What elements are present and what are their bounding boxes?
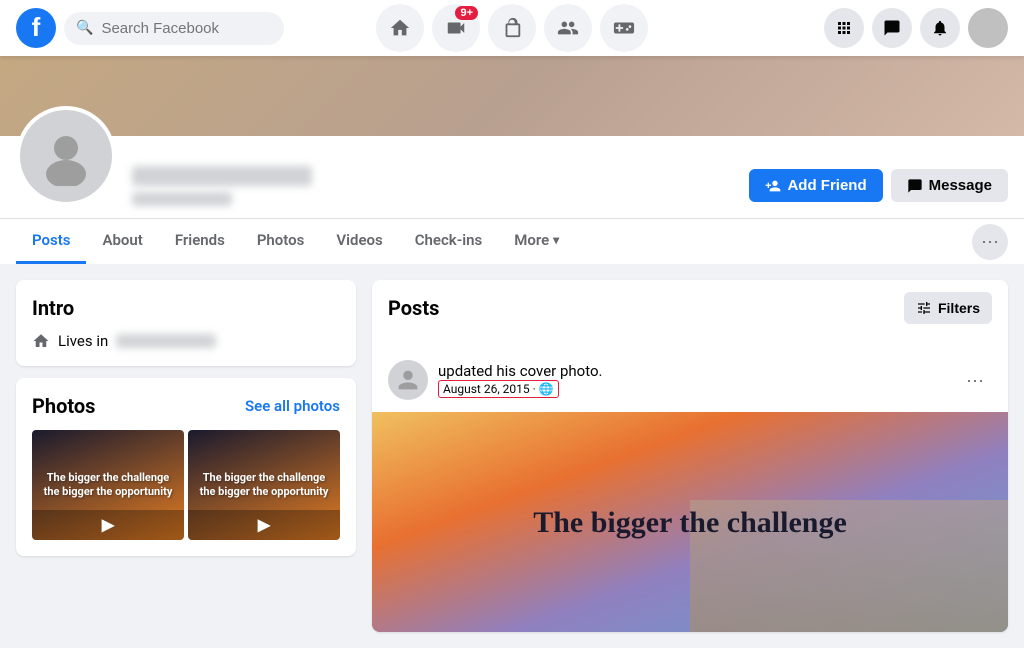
- post-action: updated his cover photo.: [438, 362, 948, 380]
- marketplace-nav-button[interactable]: [488, 4, 536, 52]
- intro-lives-row: Lives in: [32, 332, 340, 350]
- post-image-text: The bigger the challenge: [533, 503, 847, 542]
- marketplace-icon: [501, 17, 523, 39]
- main-content: Intro Lives in Photos See all photos The…: [0, 264, 1024, 648]
- tab-posts[interactable]: Posts: [16, 219, 86, 264]
- tab-videos[interactable]: Videos: [320, 219, 398, 264]
- cover-area: Add Friend Message Posts About Friends P…: [0, 56, 1024, 264]
- tab-photos[interactable]: Photos: [241, 219, 321, 264]
- more-options-button[interactable]: ···: [972, 224, 1008, 260]
- home-nav-button[interactable]: [376, 4, 424, 52]
- facebook-logo[interactable]: f: [16, 8, 56, 48]
- apps-icon: [835, 19, 853, 37]
- post-avatar: [388, 360, 428, 400]
- tab-more[interactable]: More ▾: [498, 219, 575, 264]
- topbar-center: 9+: [347, 4, 678, 52]
- add-friend-button[interactable]: Add Friend: [749, 169, 882, 202]
- posts-section: Posts Filters updated his cover photo.: [372, 280, 1008, 632]
- messenger-icon: [883, 19, 901, 37]
- filters-icon: [916, 300, 932, 316]
- notifications-button[interactable]: [920, 8, 960, 48]
- post-date-highlighted[interactable]: August 26, 2015 · 🌐: [438, 380, 559, 398]
- photo-play-icon: ▶: [102, 514, 114, 536]
- profile-sub: [132, 192, 232, 206]
- groups-nav-button[interactable]: [544, 4, 592, 52]
- photo-thumb-1[interactable]: The bigger the challengethe bigger the o…: [32, 430, 184, 540]
- photo-text-1: The bigger the challengethe bigger the o…: [44, 471, 173, 500]
- photos-title: Photos: [32, 394, 95, 418]
- photo-play-icon-2: ▶: [258, 514, 270, 536]
- profile-actions: Add Friend Message: [749, 169, 1008, 206]
- profile-section: Add Friend Message: [0, 136, 1024, 218]
- video-nav-button[interactable]: 9+: [432, 4, 480, 52]
- post-meta: updated his cover photo. August 26, 2015…: [438, 362, 948, 398]
- groups-icon: [557, 17, 579, 39]
- photo-thumb-2[interactable]: The bigger the challengethe bigger the o…: [188, 430, 340, 540]
- post-header: updated his cover photo. August 26, 2015…: [372, 348, 1008, 412]
- avatar-icon: [36, 126, 96, 186]
- photos-header: Photos See all photos: [32, 394, 340, 418]
- gaming-icon: [613, 17, 635, 39]
- post-options-button[interactable]: ···: [958, 366, 992, 395]
- search-input[interactable]: [101, 20, 272, 37]
- photos-card: Photos See all photos The bigger the cha…: [16, 378, 356, 556]
- post-ellipsis-icon: ···: [966, 370, 984, 390]
- post-date-row: August 26, 2015 · 🌐: [438, 380, 948, 398]
- user-avatar[interactable]: [968, 8, 1008, 48]
- profile-nav: Posts About Friends Photos Videos Check-…: [0, 218, 1024, 264]
- location-blurred: [116, 334, 216, 348]
- right-column: Posts Filters updated his cover photo.: [372, 280, 1008, 632]
- add-friend-icon: [765, 178, 781, 194]
- cover-photo: [0, 56, 1024, 136]
- video-icon: [445, 17, 467, 39]
- profile-avatar: [16, 106, 116, 206]
- topbar-right: [677, 8, 1008, 48]
- intro-title: Intro: [32, 296, 340, 320]
- photo-text-2: The bigger the challengethe bigger the o…: [200, 471, 329, 500]
- tab-checkins[interactable]: Check-ins: [399, 219, 498, 264]
- search-icon: 🔍: [76, 20, 93, 36]
- filters-button[interactable]: Filters: [904, 292, 992, 324]
- messenger-button[interactable]: [872, 8, 912, 48]
- chevron-down-icon: ▾: [553, 233, 559, 247]
- ellipsis-icon: ···: [981, 231, 999, 252]
- photos-grid: The bigger the challengethe bigger the o…: [32, 430, 340, 540]
- message-button[interactable]: Message: [891, 169, 1008, 202]
- posts-header: Posts Filters: [372, 280, 1008, 336]
- gaming-nav-button[interactable]: [600, 4, 648, 52]
- notifications-icon: [931, 19, 949, 37]
- post-user-icon: [394, 366, 422, 394]
- apps-button[interactable]: [824, 8, 864, 48]
- posts-title: Posts: [388, 296, 439, 320]
- tab-friends[interactable]: Friends: [159, 219, 241, 264]
- profile-name: [132, 166, 312, 186]
- profile-info: [132, 166, 749, 206]
- search-bar[interactable]: 🔍: [64, 12, 284, 45]
- home-icon: [389, 17, 411, 39]
- post-image: The bigger the challenge: [372, 412, 1008, 632]
- left-column: Intro Lives in Photos See all photos The…: [16, 280, 356, 632]
- message-icon: [907, 178, 923, 194]
- video-badge: 9+: [455, 6, 478, 20]
- see-all-photos-link[interactable]: See all photos: [245, 397, 340, 415]
- intro-card: Intro Lives in: [16, 280, 356, 366]
- topbar-left: f 🔍: [16, 8, 347, 48]
- home-small-icon: [32, 332, 50, 350]
- svg-text:f: f: [32, 12, 41, 42]
- tab-about[interactable]: About: [86, 219, 158, 264]
- topbar: f 🔍 9+: [0, 0, 1024, 56]
- post-item: updated his cover photo. August 26, 2015…: [372, 348, 1008, 632]
